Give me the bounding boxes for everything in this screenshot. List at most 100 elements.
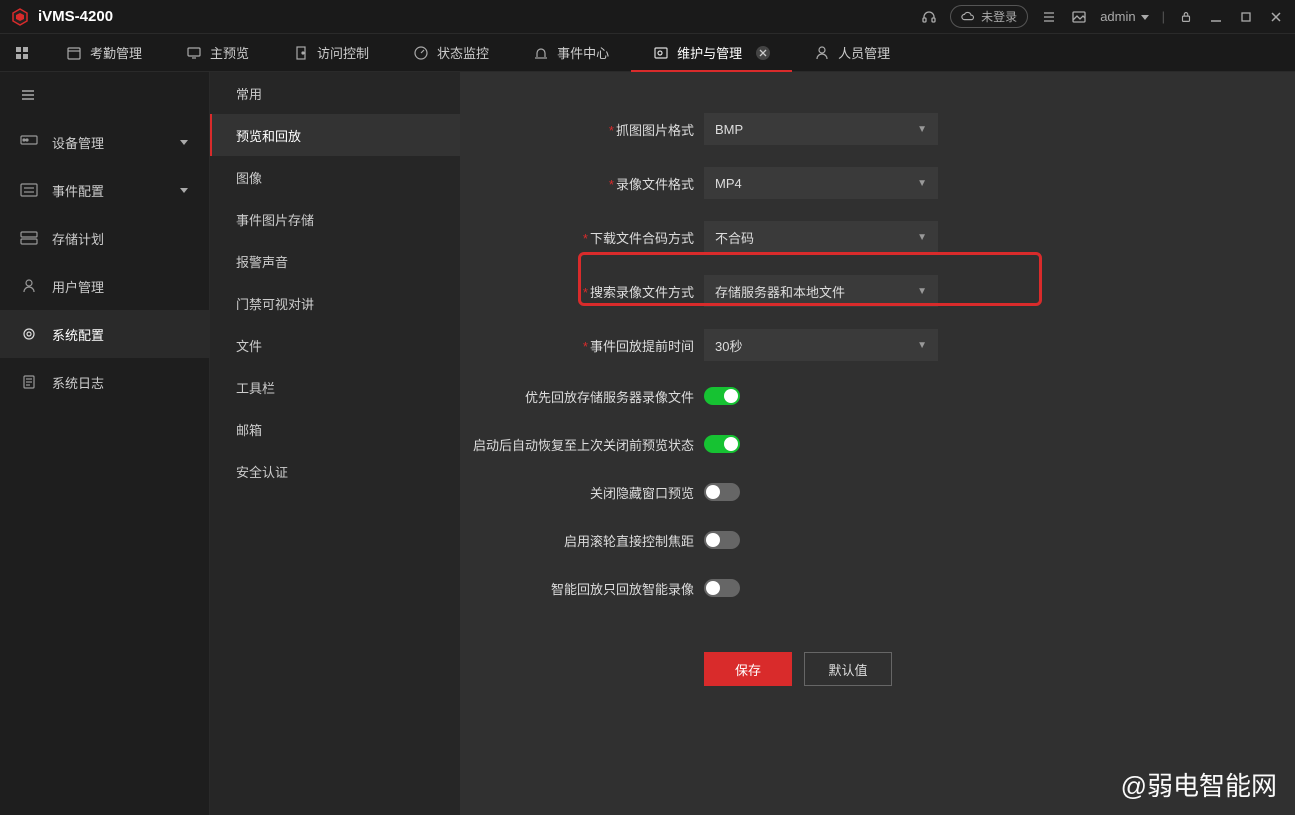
toggle-priority-playback[interactable] (704, 387, 740, 405)
list-icon[interactable] (1040, 8, 1058, 26)
sub-item-mail[interactable]: 邮箱 (210, 408, 460, 450)
tab-close-icon[interactable] (756, 46, 770, 60)
lock-icon[interactable] (1177, 8, 1195, 26)
sub-label: 常用 (236, 84, 262, 103)
sidebar-item-device[interactable]: 设备管理 (0, 118, 209, 166)
cloud-icon (961, 10, 975, 24)
tab-label: 人员管理 (838, 43, 890, 62)
cloud-status[interactable]: 未登录 (950, 5, 1028, 28)
sub-item-image[interactable]: 图像 (210, 156, 460, 198)
event-config-icon (20, 181, 38, 199)
chevron-down-icon: ▼ (917, 340, 927, 351)
sidebar-item-system-log[interactable]: 系统日志 (0, 358, 209, 406)
toggle-scroll-focus[interactable] (704, 531, 740, 549)
select-pre-play[interactable]: 30秒 ▼ (704, 329, 938, 361)
chevron-down-icon: ▼ (917, 124, 927, 135)
content-panel: *抓图图片格式 BMP ▼ *录像文件格式 MP4 ▼ *下载文件合码方式 (460, 72, 1295, 815)
sidebar-label: 系统配置 (52, 325, 104, 344)
toggle-label: 关闭隐藏窗口预览 (590, 486, 694, 501)
sidebar-label: 设备管理 (52, 133, 104, 152)
user-dropdown[interactable]: admin (1100, 9, 1149, 24)
user-icon (20, 277, 38, 295)
toggle-restore-state[interactable] (704, 435, 740, 453)
gear-icon (20, 325, 38, 343)
sub-item-common[interactable]: 常用 (210, 72, 460, 114)
sidebar-item-storage[interactable]: 存储计划 (0, 214, 209, 262)
tab-maintenance[interactable]: 维护与管理 (631, 34, 792, 71)
sub-item-preview-playback[interactable]: 预览和回放 (210, 114, 460, 156)
row-record-format: *录像文件格式 MP4 ▼ (460, 156, 1295, 210)
user-name: admin (1100, 9, 1135, 24)
row-download-merge: *下载文件合码方式 不合码 ▼ (460, 210, 1295, 264)
sub-label: 报警声音 (236, 252, 288, 271)
select-search-mode[interactable]: 存储服务器和本地文件 ▼ (704, 275, 938, 307)
tab-grid[interactable] (0, 34, 44, 71)
select-download-merge[interactable]: 不合码 ▼ (704, 221, 938, 253)
log-icon (20, 373, 38, 391)
close-icon[interactable] (1267, 8, 1285, 26)
tab-attendance[interactable]: 考勤管理 (44, 34, 164, 71)
tab-personnel[interactable]: 人员管理 (792, 34, 912, 71)
app-logo-icon (10, 7, 30, 27)
sub-item-file[interactable]: 文件 (210, 324, 460, 366)
device-icon (20, 133, 38, 151)
select-record-format[interactable]: MP4 ▼ (704, 167, 938, 199)
defaults-button[interactable]: 默认值 (804, 652, 892, 686)
minimize-icon[interactable] (1207, 8, 1225, 26)
monitor-icon (186, 45, 202, 61)
maximize-icon[interactable] (1237, 8, 1255, 26)
sub-label: 邮箱 (236, 420, 262, 439)
select-capture-format[interactable]: BMP ▼ (704, 113, 938, 145)
picture-icon[interactable] (1070, 8, 1088, 26)
sidebar-item-system-config[interactable]: 系统配置 (0, 310, 209, 358)
sub-item-event-pic[interactable]: 事件图片存储 (210, 198, 460, 240)
chevron-down-icon (179, 185, 189, 195)
select-value: BMP (715, 122, 743, 137)
sub-item-security[interactable]: 安全认证 (210, 450, 460, 492)
row-restore-state: 启动后自动恢复至上次关闭前预览状态 (460, 420, 1295, 468)
sub-item-intercom[interactable]: 门禁可视对讲 (210, 282, 460, 324)
chevron-down-icon: ▼ (917, 286, 927, 297)
tab-events[interactable]: 事件中心 (511, 34, 631, 71)
tab-preview[interactable]: 主预览 (164, 34, 271, 71)
headset-icon[interactable] (920, 8, 938, 26)
select-value: 30秒 (715, 336, 742, 355)
sub-label: 文件 (236, 336, 262, 355)
sidebar-item-event-config[interactable]: 事件配置 (0, 166, 209, 214)
label: 抓图图片格式 (616, 123, 694, 138)
tab-label: 维护与管理 (677, 43, 742, 62)
toggle-label: 智能回放只回放智能录像 (551, 582, 694, 597)
chevron-down-icon (179, 137, 189, 147)
tab-status[interactable]: 状态监控 (391, 34, 511, 71)
tab-label: 主预览 (210, 43, 249, 62)
sidebar-label: 事件配置 (52, 181, 104, 200)
calendar-icon (66, 45, 82, 61)
row-pre-play: *事件回放提前时间 30秒 ▼ (460, 318, 1295, 372)
toggle-close-hidden[interactable] (704, 483, 740, 501)
toggle-smart-only[interactable] (704, 579, 740, 597)
select-value: 不合码 (715, 228, 754, 247)
alarm-icon (533, 45, 549, 61)
save-button[interactable]: 保存 (704, 652, 792, 686)
toggle-label: 启动后自动恢复至上次关闭前预览状态 (473, 438, 694, 453)
sub-label: 图像 (236, 168, 262, 187)
hamburger-button[interactable] (0, 72, 209, 118)
sidebar-item-user[interactable]: 用户管理 (0, 262, 209, 310)
sub-label: 预览和回放 (236, 126, 301, 145)
cloud-status-text: 未登录 (981, 8, 1017, 25)
row-smart-only: 智能回放只回放智能录像 (460, 564, 1295, 612)
sidebar-label: 系统日志 (52, 373, 104, 392)
row-capture-format: *抓图图片格式 BMP ▼ (460, 102, 1295, 156)
btn-label: 默认值 (828, 660, 867, 679)
sub-item-toolbar[interactable]: 工具栏 (210, 366, 460, 408)
tab-access[interactable]: 访问控制 (271, 34, 391, 71)
sub-label: 工具栏 (236, 378, 275, 397)
sidebar-label: 存储计划 (52, 229, 104, 248)
row-close-hidden: 关闭隐藏窗口预览 (460, 468, 1295, 516)
titlebar: iVMS-4200 未登录 admin | (0, 0, 1295, 34)
label: 下载文件合码方式 (590, 231, 694, 246)
sub-label: 事件图片存储 (236, 210, 314, 229)
tab-label: 访问控制 (317, 43, 369, 62)
select-value: MP4 (715, 176, 742, 191)
sub-item-alarm-sound[interactable]: 报警声音 (210, 240, 460, 282)
